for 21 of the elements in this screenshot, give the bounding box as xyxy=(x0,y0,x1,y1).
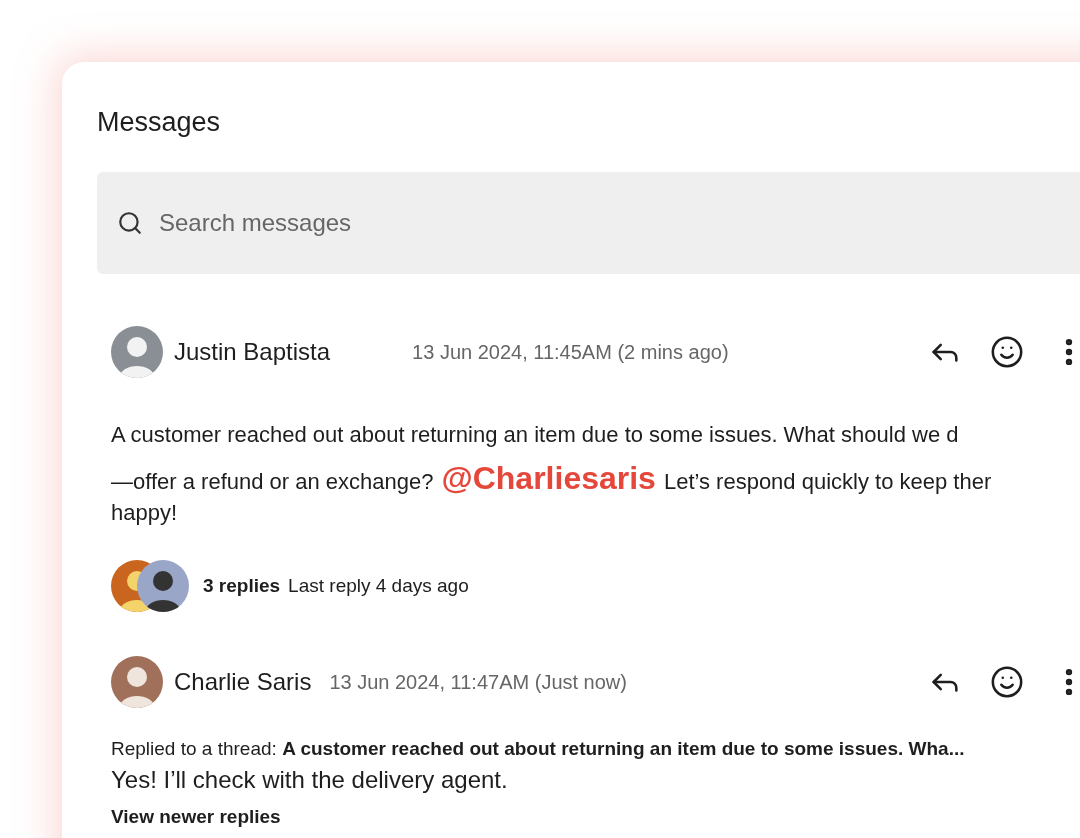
reply-count[interactable]: 3 replies xyxy=(203,575,281,597)
message-text: A customer reached out about returning an item due to some issues. What should we d xyxy=(111,421,960,449)
last-reply-time: Last reply 4 days ago xyxy=(288,575,469,597)
avatar xyxy=(111,326,163,378)
search-icon xyxy=(117,210,143,236)
mention-link[interactable]: @Charliesaris xyxy=(441,460,656,497)
author-name: Justin Baptista xyxy=(174,338,331,366)
message-text: Let’s respond quickly to keep ther xyxy=(663,469,992,495)
author-name: Charlie Saris xyxy=(174,668,312,696)
avatar xyxy=(111,656,163,708)
timestamp: 13 Jun 2024, 11:45AM (2 mins ago) xyxy=(412,340,729,364)
replied-thread-text: Replied to a thread: A customer reached out about returning an item due to some issues. Wha... xyxy=(111,738,966,760)
emoji-icon[interactable] xyxy=(990,665,1024,699)
search-field[interactable]: Search messages xyxy=(157,208,561,238)
timestamp: 13 Jun 2024, 11:47AM (Just now) xyxy=(329,670,627,694)
message-text: happy! xyxy=(111,499,179,527)
message-text: —offer a refund or an exchange? xyxy=(111,469,434,495)
view-newer-replies-link[interactable]: View newer replies xyxy=(111,806,281,828)
panel-title: Messages xyxy=(97,105,222,139)
message-text: Yes! I’ll check with the delivery agent. xyxy=(111,766,509,794)
emoji-icon[interactable] xyxy=(990,335,1024,369)
